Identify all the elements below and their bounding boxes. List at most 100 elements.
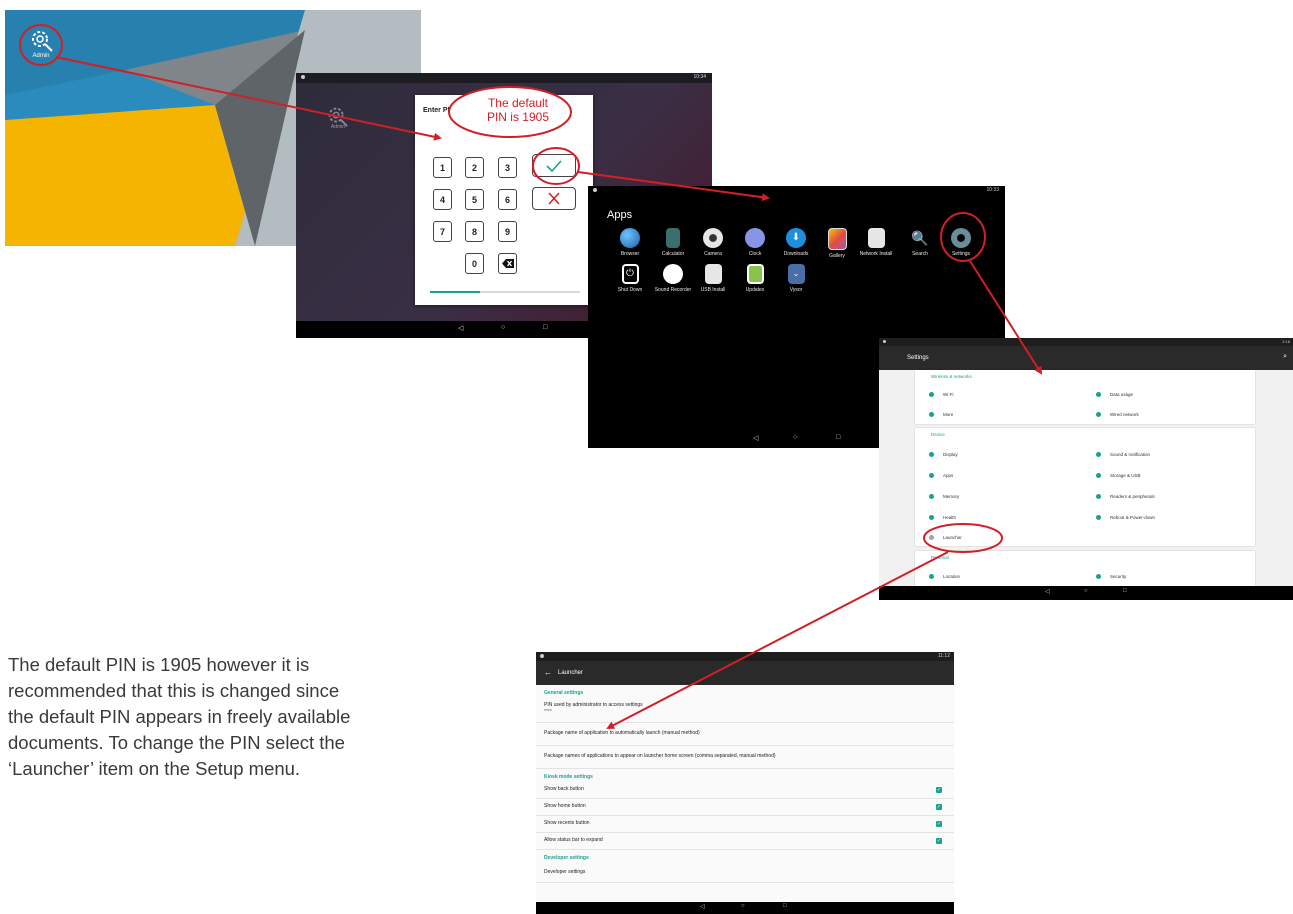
settings-item-storage[interactable]: Storage & USB	[1096, 473, 1141, 479]
search-icon[interactable]: ⌕	[1283, 353, 1287, 361]
show-recents-button-row[interactable]: Show recents button ✓	[536, 815, 954, 833]
checkbox-checked-icon[interactable]: ✓	[936, 821, 942, 827]
status-time: 2:16	[1282, 339, 1290, 344]
checkbox-checked-icon[interactable]: ✓	[936, 787, 942, 793]
readers-icon	[1096, 494, 1101, 500]
pin-setting-value: ****	[544, 709, 552, 715]
key-7[interactable]: 7	[433, 221, 452, 242]
app-label: Calculator	[661, 251, 685, 257]
key-1[interactable]: 1	[433, 157, 452, 178]
more-icon	[929, 412, 934, 418]
app-label: Browser	[620, 251, 640, 257]
developer-settings-row[interactable]: Developer settings	[536, 863, 954, 883]
confirm-button[interactable]	[532, 154, 576, 177]
home-nav-icon[interactable]: ○	[741, 903, 745, 909]
settings-item-wired-network[interactable]: Wired network	[1096, 412, 1139, 418]
checkbox-checked-icon[interactable]: ✓	[936, 804, 942, 810]
pin-progress-bar	[430, 291, 580, 293]
data-usage-icon	[1096, 392, 1101, 398]
settings-item-sound[interactable]: Sound & notification	[1096, 452, 1150, 458]
checkbox-checked-icon[interactable]: ✓	[936, 838, 942, 844]
browser-icon	[620, 228, 640, 248]
key-9[interactable]: 9	[498, 221, 517, 242]
key-3[interactable]: 3	[498, 157, 517, 178]
developer-settings-label: Developer settings	[544, 869, 586, 875]
recents-nav-icon[interactable]: □	[783, 903, 787, 909]
key-6[interactable]: 6	[498, 189, 517, 210]
settings-item-wifi[interactable]: Wi-Fi	[929, 392, 954, 398]
clock-icon	[745, 228, 765, 248]
backspace-button[interactable]	[498, 253, 517, 274]
app-label: Network Install	[859, 251, 893, 257]
app-settings[interactable]: Settings	[939, 228, 983, 257]
back-nav-icon[interactable]: ◁	[700, 903, 705, 910]
app-camera[interactable]: Camera	[691, 228, 735, 257]
app-updates[interactable]: Updates	[733, 264, 777, 293]
allow-status-bar-label: Allow status bar to expand	[544, 837, 603, 843]
wired-network-icon	[1096, 412, 1101, 418]
app-clock[interactable]: Clock	[733, 228, 777, 257]
lock-icon	[1096, 574, 1101, 580]
allow-status-bar-row[interactable]: Allow status bar to expand ✓	[536, 832, 954, 850]
cancel-button[interactable]	[532, 187, 576, 210]
network-install-icon	[867, 228, 885, 248]
home-nav-icon[interactable]: ○	[1084, 588, 1088, 594]
settings-item-memory[interactable]: Memory	[929, 494, 959, 500]
launcher-settings-screen: 11:12 ← Launcher General settings PIN us…	[536, 652, 954, 914]
key-5[interactable]: 5	[465, 189, 484, 210]
settings-item-reboot[interactable]: Reboot & Power-down	[1096, 515, 1155, 521]
app-vysor[interactable]: ⌄ Vysor	[774, 264, 818, 293]
check-icon	[546, 160, 562, 173]
app-label: Camera	[704, 251, 722, 257]
app-shut-down[interactable]: ⏻ Shut Down	[608, 264, 652, 293]
settings-item-display[interactable]: Display	[929, 452, 958, 458]
wifi-icon	[929, 392, 934, 398]
auto-launch-row[interactable]: Package name of application to automatic…	[536, 722, 954, 746]
back-nav-icon[interactable]: ◁	[458, 324, 463, 332]
key-0[interactable]: 0	[465, 253, 484, 274]
pin-setting-row[interactable]: PIN used by administrator to access sett…	[536, 699, 954, 723]
key-4[interactable]: 4	[433, 189, 452, 210]
show-back-button-row[interactable]: Show back button ✓	[536, 782, 954, 799]
app-label: Settings	[951, 251, 971, 257]
device-card: Device	[915, 428, 1255, 546]
settings-item-location[interactable]: Location	[929, 574, 960, 580]
recents-nav-icon[interactable]: □	[1123, 588, 1127, 594]
settings-item-more[interactable]: More	[929, 412, 953, 418]
home-packages-row[interactable]: Package names of applications to appear …	[536, 745, 954, 769]
gallery-icon	[827, 228, 847, 250]
recents-nav-icon[interactable]: □	[543, 324, 547, 331]
gear-icon	[951, 228, 971, 248]
section-caption: Wireless & networks	[931, 374, 972, 379]
back-nav-icon[interactable]: ◁	[753, 434, 758, 442]
pin-setting-title: PIN used by administrator to access sett…	[544, 702, 643, 708]
app-search[interactable]: 🔍 Search	[898, 228, 942, 257]
key-2[interactable]: 2	[465, 157, 484, 178]
home-nav-icon[interactable]: ○	[793, 434, 797, 441]
backspace-icon	[502, 259, 514, 268]
back-nav-icon[interactable]: ◁	[1045, 588, 1050, 595]
status-bar: 10:33	[588, 186, 1005, 194]
wireless-card: Wireless & networks	[915, 370, 1255, 424]
show-back-button-label: Show back button	[544, 786, 584, 792]
app-browser[interactable]: Browser	[608, 228, 652, 257]
settings-item-readers[interactable]: Readers & peripherals	[1096, 494, 1155, 500]
settings-item-security[interactable]: Security	[1096, 574, 1126, 580]
settings-item-health[interactable]: Health	[929, 515, 956, 521]
settings-item-data-usage[interactable]: Data usage	[1096, 392, 1133, 398]
admin-gear-icon[interactable]	[27, 26, 55, 54]
recents-nav-icon[interactable]: □	[836, 434, 840, 441]
back-arrow-icon[interactable]: ←	[544, 668, 552, 677]
admin-label: Admin	[32, 53, 50, 59]
app-network-install[interactable]: Network Install	[854, 228, 898, 257]
app-gallery[interactable]: Gallery	[815, 228, 859, 259]
app-downloads[interactable]: ⬇ Downloads	[774, 228, 818, 257]
app-usb-install[interactable]: USB Install	[691, 264, 735, 293]
settings-item-launcher[interactable]: Launcher	[929, 535, 962, 541]
app-sound-recorder[interactable]: Sound Recorder	[651, 264, 695, 293]
show-home-button-row[interactable]: Show home button ✓	[536, 798, 954, 816]
settings-item-apps[interactable]: Apps	[929, 473, 953, 479]
home-nav-icon[interactable]: ○	[501, 324, 505, 331]
key-8[interactable]: 8	[465, 221, 484, 242]
app-calculator[interactable]: Calculator	[651, 228, 695, 257]
